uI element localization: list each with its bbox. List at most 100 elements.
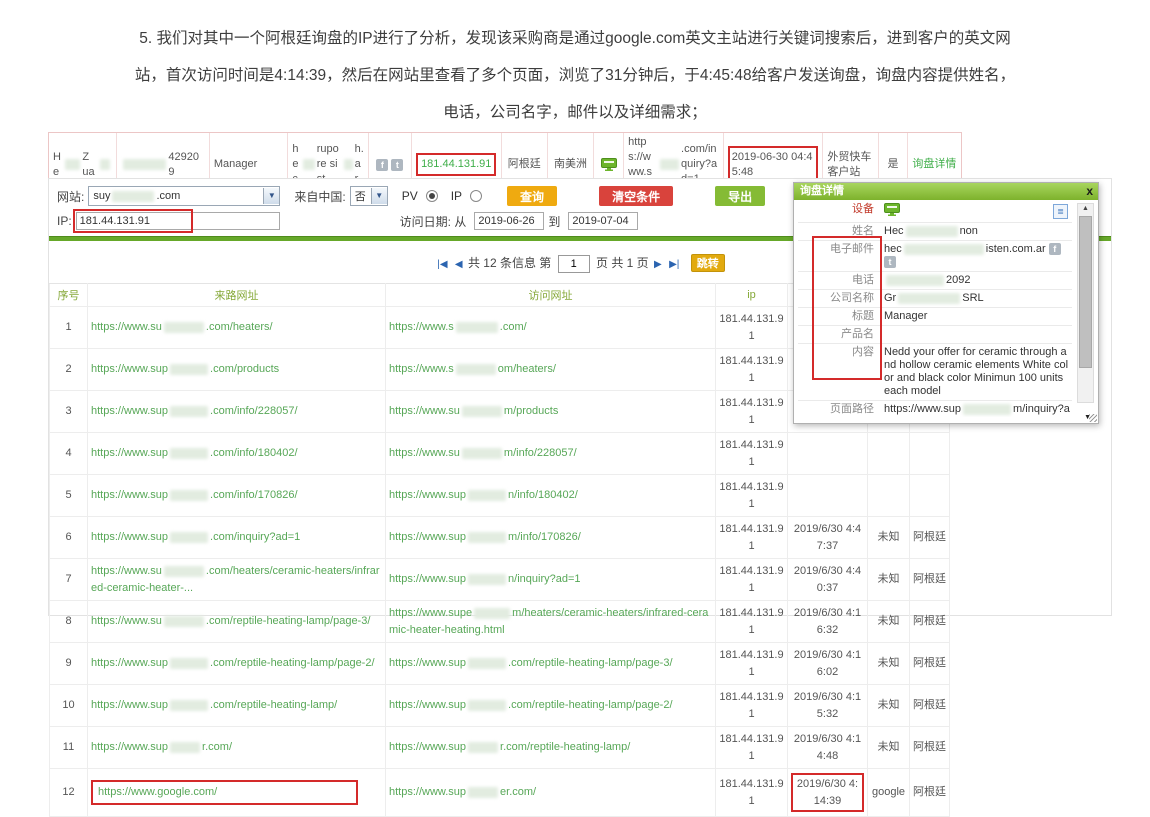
facebook-icon[interactable]: f bbox=[1049, 243, 1061, 255]
referrer-url-cell: https://www.sup.com/info/180402/ bbox=[88, 433, 386, 475]
site-select-value: suy.com bbox=[89, 190, 263, 202]
visit-url-cell: https://www.supem/heaters/ceramic-heater… bbox=[386, 601, 716, 643]
name-label: 姓名 bbox=[798, 225, 884, 238]
china-label: 来自中国: bbox=[294, 188, 345, 205]
visit-url: https://www.supn/inquiry?ad=1 bbox=[389, 573, 581, 585]
visit-row: 5https://www.sup.com/info/170826/https:/… bbox=[50, 475, 950, 517]
product-label: 产品名 bbox=[798, 328, 884, 341]
visit-url: https://www.super.com/ bbox=[389, 786, 536, 798]
source-cell bbox=[868, 475, 910, 517]
column-header: 访问网址 bbox=[386, 284, 716, 307]
clear-filters-button[interactable]: 清空条件 bbox=[599, 186, 673, 206]
visit-url-cell: https://www.som/heaters/ bbox=[386, 349, 716, 391]
ip-radio[interactable] bbox=[470, 190, 482, 202]
date-from-input[interactable] bbox=[474, 212, 544, 230]
popup-scrollbar[interactable]: ▲ bbox=[1077, 203, 1094, 403]
redacted-text bbox=[170, 532, 208, 543]
scrollbar-thumb[interactable] bbox=[1079, 216, 1092, 368]
country-cell: 阿根廷 bbox=[910, 769, 950, 817]
row-index: 6 bbox=[50, 517, 88, 559]
china-select-value: 否 bbox=[351, 188, 371, 204]
intro-paragraph: 5. 我们对其中一个阿根廷询盘的IP进行了分析，发现该采购商是通过google.… bbox=[72, 20, 1078, 131]
visit-time-cell: 2019/6/30 4:47:37 bbox=[788, 517, 868, 559]
search-button[interactable]: 查询 bbox=[507, 186, 557, 206]
referrer-url-cell: https://www.su.com/heaters/ceramic-heate… bbox=[88, 559, 386, 601]
highlighted-ip: 181.44.131.91 bbox=[416, 153, 496, 176]
inquiry-detail-link[interactable]: 询盘详情 bbox=[912, 157, 956, 172]
visit-time-cell: 2019/6/30 4:40:37 bbox=[788, 559, 868, 601]
device-value bbox=[884, 203, 1072, 220]
visit-url-cell: https://www.supn/inquiry?ad=1 bbox=[386, 559, 716, 601]
redacted-text bbox=[164, 566, 204, 577]
referrer-url-cell: https://www.sup.com/products bbox=[88, 349, 386, 391]
chevron-down-icon: ▼ bbox=[371, 188, 387, 204]
redacted-text bbox=[170, 658, 208, 669]
country-cell bbox=[910, 433, 950, 475]
visit-row: 10https://www.sup.com/reptile-heating-la… bbox=[50, 685, 950, 727]
referrer-url-cell: https://www.sup.com/inquiry?ad=1 bbox=[88, 517, 386, 559]
intro-line: 电话，公司名字，邮件以及详细需求； bbox=[72, 94, 1078, 131]
visit-time-cell bbox=[788, 475, 868, 517]
redacted-text bbox=[164, 616, 204, 627]
ip-filter-input[interactable] bbox=[76, 212, 280, 230]
country-cell: 阿根廷 bbox=[910, 643, 950, 685]
row-index: 1 bbox=[50, 307, 88, 349]
referrer-url-cell: https://www.sup.com/reptile-heating-lamp… bbox=[88, 685, 386, 727]
page-number-input[interactable] bbox=[558, 255, 590, 273]
pv-radio-label: PV bbox=[402, 189, 418, 203]
visit-row: 7https://www.su.com/heaters/ceramic-heat… bbox=[50, 559, 950, 601]
column-header: 来路网址 bbox=[88, 284, 386, 307]
country-cell bbox=[910, 475, 950, 517]
prev-page-icon[interactable]: ◀ bbox=[455, 259, 463, 270]
visit-url: https://www.sup.com/reptile-heating-lamp… bbox=[389, 699, 673, 711]
visit-url-cell: https://www.supr.com/reptile-heating-lam… bbox=[386, 727, 716, 769]
resize-grip[interactable] bbox=[1089, 414, 1097, 422]
blue-list-icon[interactable]: ≣ bbox=[1053, 204, 1068, 219]
scroll-up-icon[interactable]: ▲ bbox=[1078, 205, 1093, 212]
row-index: 9 bbox=[50, 643, 88, 685]
source-cell: 未知 bbox=[868, 727, 910, 769]
ip-cell: 181.44.131.91 bbox=[716, 769, 788, 817]
referrer-url: https://www.sup.com/info/228057/ bbox=[91, 405, 298, 417]
ip-cell: 181.44.131.91 bbox=[716, 601, 788, 643]
twitter-icon[interactable]: t bbox=[391, 159, 403, 171]
redacted-text bbox=[468, 490, 506, 501]
row-index: 10 bbox=[50, 685, 88, 727]
site-select[interactable]: suy.com ▼ bbox=[88, 186, 280, 206]
jump-button[interactable]: 跳转 bbox=[691, 254, 725, 272]
redacted-text bbox=[660, 159, 679, 170]
ip-filter-label: IP: bbox=[57, 214, 72, 228]
country-cell: 阿根廷 bbox=[910, 559, 950, 601]
first-page-icon[interactable]: |◀ bbox=[437, 259, 447, 270]
redacted-text bbox=[123, 159, 167, 170]
close-icon[interactable]: x bbox=[1086, 183, 1093, 200]
next-page-icon[interactable]: ▶ bbox=[654, 259, 662, 270]
visit-url-cell: https://www.super.com/ bbox=[386, 769, 716, 817]
visit-url-cell: https://www.sup.com/reptile-heating-lamp… bbox=[386, 643, 716, 685]
ip-cell: 181.44.131.91 bbox=[716, 433, 788, 475]
country-cell: 阿根廷 bbox=[910, 601, 950, 643]
redacted-text bbox=[462, 406, 502, 417]
visit-row: 12https://www.google.com/https://www.sup… bbox=[50, 769, 950, 817]
device-label: 设备 bbox=[798, 203, 884, 216]
ip-cell: 181.44.131.91 bbox=[716, 559, 788, 601]
facebook-icon[interactable]: f bbox=[376, 159, 388, 171]
source-cell: 未知 bbox=[868, 643, 910, 685]
pv-radio[interactable] bbox=[426, 190, 438, 202]
redacted-text bbox=[112, 191, 154, 202]
row-index: 5 bbox=[50, 475, 88, 517]
company-label: 公司名称 bbox=[798, 292, 884, 305]
source-cell: 未知 bbox=[868, 685, 910, 727]
redacted-text bbox=[468, 700, 506, 711]
detail-row-product: 产品名 bbox=[798, 326, 1072, 344]
ip-radio-label: IP bbox=[451, 189, 462, 203]
twitter-icon[interactable]: t bbox=[884, 256, 896, 268]
redacted-text bbox=[468, 532, 506, 543]
last-page-icon[interactable]: ▶| bbox=[669, 259, 679, 270]
china-select[interactable]: 否 ▼ bbox=[350, 186, 388, 206]
highlighted-visit-time: 2019/6/30 4:14:39 bbox=[791, 773, 864, 812]
export-button[interactable]: 导出 bbox=[715, 186, 765, 206]
redacted-text bbox=[963, 404, 1011, 415]
date-to-input[interactable] bbox=[568, 212, 638, 230]
visit-row: 4https://www.sup.com/info/180402/https:/… bbox=[50, 433, 950, 475]
